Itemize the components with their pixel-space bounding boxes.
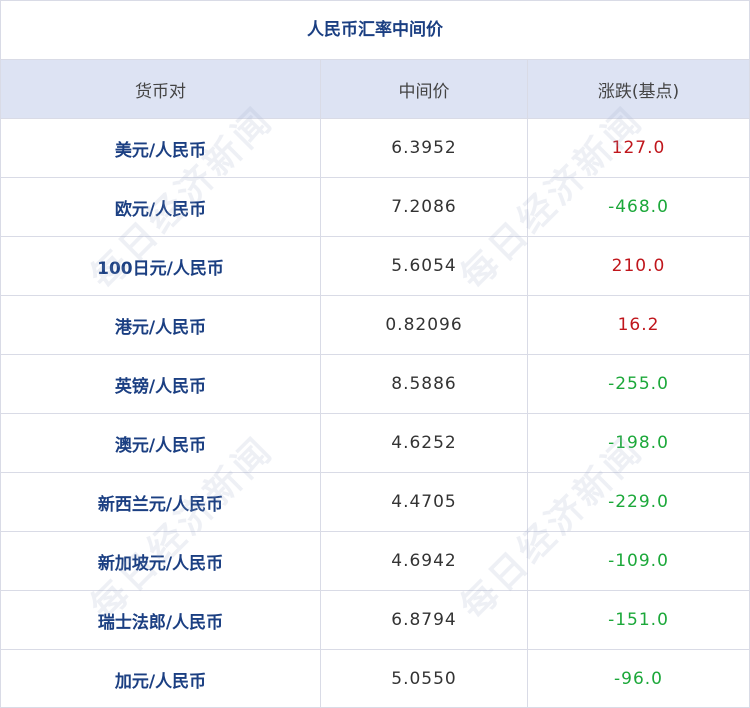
change-value: -229.0: [608, 492, 669, 512]
table-row: 加元/人民币 5.0550 -96.0: [1, 650, 749, 708]
currency-pair: 瑞士法郎/人民币: [1, 591, 321, 649]
table-row: 100日元/人民币 5.6054 210.0: [1, 237, 749, 296]
mid-rate: 8.5886: [321, 355, 528, 413]
currency-pair: 新加坡元/人民币: [1, 532, 321, 590]
table-row: 瑞士法郎/人民币 6.8794 -151.0: [1, 591, 749, 650]
currency-pair: 港元/人民币: [1, 296, 321, 354]
change-value: -96.0: [614, 669, 663, 689]
mid-rate: 6.8794: [321, 591, 528, 649]
header-change: 涨跌(基点): [597, 81, 680, 102]
change-value: -109.0: [608, 551, 669, 571]
mid-rate: 5.0550: [321, 650, 528, 708]
header-row: 货币对 中间价 涨跌(基点): [1, 60, 749, 119]
table-row: 英镑/人民币 8.5886 -255.0: [1, 355, 749, 414]
mid-rate: 5.6054: [321, 237, 528, 295]
table-row: 新西兰元/人民币 4.4705 -229.0: [1, 473, 749, 532]
mid-rate: 7.2086: [321, 178, 528, 236]
change-value: -151.0: [608, 610, 669, 630]
currency-pair: 澳元/人民币: [1, 414, 321, 472]
table-row: 港元/人民币 0.82096 16.2: [1, 296, 749, 355]
change-value: 127.0: [611, 138, 666, 158]
mid-rate: 6.3952: [321, 119, 528, 177]
table-row: 新加坡元/人民币 4.6942 -109.0: [1, 532, 749, 591]
change-value: 210.0: [611, 256, 666, 276]
mid-rate: 4.4705: [321, 473, 528, 531]
header-mid: 中间价: [321, 60, 528, 118]
currency-pair: 100日元/人民币: [1, 237, 321, 295]
currency-pair: 加元/人民币: [1, 650, 321, 708]
change-value: 16.2: [617, 315, 660, 335]
mid-rate: 4.6252: [321, 414, 528, 472]
table-row: 欧元/人民币 7.2086 -468.0: [1, 178, 749, 237]
change-value: -468.0: [608, 197, 669, 217]
table-row: 美元/人民币 6.3952 127.0: [1, 119, 749, 178]
header-pair: 货币对: [1, 60, 321, 118]
mid-rate: 4.6942: [321, 532, 528, 590]
currency-pair: 美元/人民币: [1, 119, 321, 177]
table-title: 人民币汇率中间价: [1, 1, 749, 60]
currency-pair: 英镑/人民币: [1, 355, 321, 413]
change-value: -255.0: [608, 374, 669, 394]
currency-pair: 欧元/人民币: [1, 178, 321, 236]
exchange-rate-table: 人民币汇率中间价 货币对 中间价 涨跌(基点) 美元/人民币 6.3952 12…: [0, 0, 750, 708]
mid-rate: 0.82096: [321, 296, 528, 354]
currency-pair: 新西兰元/人民币: [1, 473, 321, 531]
change-value: -198.0: [608, 433, 669, 453]
table-row: 澳元/人民币 4.6252 -198.0: [1, 414, 749, 473]
